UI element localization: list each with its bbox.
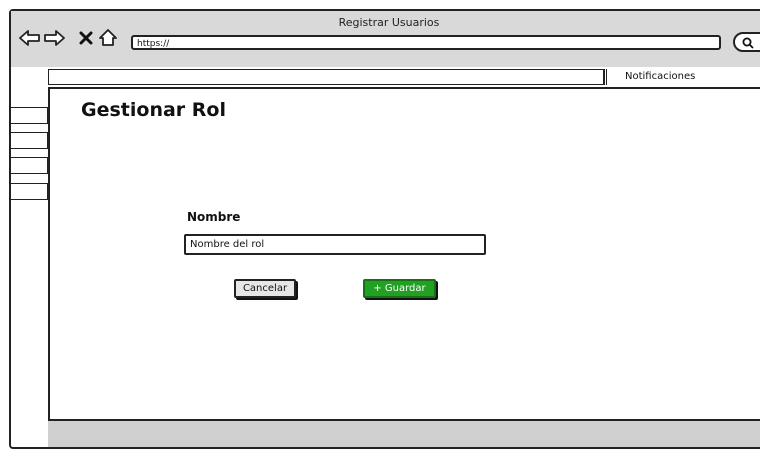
home-icon[interactable] (97, 27, 119, 49)
browser-titlebar: Registrar Usuarios https:// (11, 11, 760, 69)
sidebar (11, 87, 50, 437)
sidebar-item-4[interactable] (11, 183, 48, 200)
page-title: Gestionar Rol (81, 99, 226, 121)
app-topbar: Notificaciones (11, 67, 760, 89)
browser-window: Registrar Usuarios https:// Notificacion… (9, 9, 760, 449)
topbar-menu-area[interactable] (48, 69, 604, 85)
browser-search-button[interactable] (733, 32, 760, 52)
notifications-link[interactable]: Notificaciones (604, 69, 760, 85)
forward-arrow-icon[interactable] (43, 27, 65, 49)
search-icon (742, 37, 754, 49)
name-label: Nombre (187, 210, 241, 224)
footer-bar (48, 419, 760, 447)
sidebar-item-2[interactable] (11, 132, 48, 149)
role-name-input[interactable]: Nombre del rol (184, 234, 486, 255)
sidebar-item-3[interactable] (11, 157, 48, 174)
window-title: Registrar Usuarios (338, 16, 440, 29)
sidebar-item-1[interactable] (11, 107, 48, 124)
cancel-button[interactable]: Cancelar (234, 279, 296, 298)
save-button[interactable]: + Guardar (363, 279, 436, 298)
close-icon[interactable] (75, 27, 97, 49)
back-arrow-icon[interactable] (19, 27, 41, 49)
url-field[interactable]: https:// (131, 35, 721, 50)
